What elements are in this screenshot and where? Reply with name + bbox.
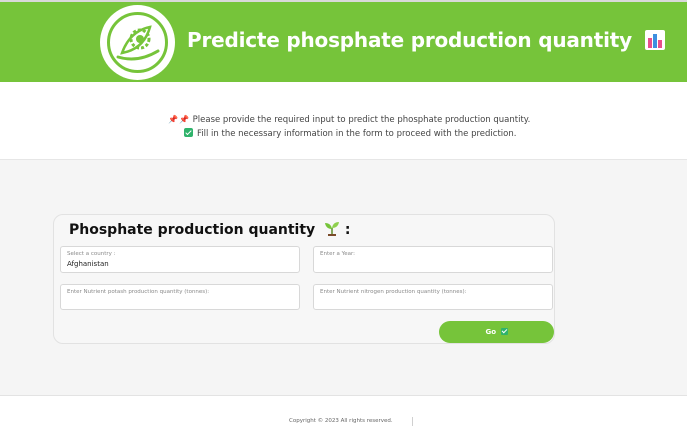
- pushpin-icon: 📌: [168, 115, 178, 124]
- check-mark-icon: [500, 328, 508, 335]
- seedling-icon: [325, 222, 340, 236]
- intro-line-required-input: 📌📌 Please provide the required input to …: [168, 115, 531, 125]
- go-button[interactable]: Go: [439, 321, 554, 343]
- potash-quantity-input[interactable]: Enter Nutrient potash production quantit…: [60, 284, 300, 310]
- potash-quantity-label: Enter Nutrient potash production quantit…: [67, 289, 210, 295]
- form-title: Phosphate production quantity :: [69, 222, 351, 238]
- year-input[interactable]: Enter a Year:: [313, 246, 553, 273]
- eco-gear-leaf-logo-icon: [116, 25, 160, 61]
- main-content: Phosphate production quantity : Select a…: [0, 160, 687, 396]
- country-select[interactable]: Select a country : Afghanistan: [60, 246, 300, 273]
- country-select-value: Afghanistan: [67, 260, 109, 268]
- intro-section: 📌📌 Please provide the required input to …: [0, 82, 687, 160]
- pushpin-icon: 📌: [178, 115, 189, 124]
- app-logo[interactable]: [100, 5, 175, 80]
- nitrogen-quantity-label: Enter Nutrient nitrogen production quant…: [320, 289, 467, 295]
- check-mark-icon: [184, 128, 193, 137]
- footer-divider: [412, 417, 413, 426]
- footer: Copyright © 2023 All rights reserved.: [0, 397, 687, 438]
- page-title: Predicte phosphate production quantity: [187, 28, 665, 52]
- prediction-form: Phosphate production quantity : Select a…: [53, 214, 555, 344]
- intro-line-fill-form: Fill in the necessary information in the…: [184, 128, 516, 139]
- app-header: Predicte phosphate production quantity: [0, 2, 687, 82]
- year-input-label: Enter a Year:: [320, 251, 356, 257]
- nitrogen-quantity-input[interactable]: Enter Nutrient nitrogen production quant…: [313, 284, 553, 310]
- copyright-text: Copyright © 2023 All rights reserved.: [289, 418, 393, 424]
- bar-chart-icon: [644, 30, 665, 50]
- country-select-label: Select a country :: [67, 251, 116, 257]
